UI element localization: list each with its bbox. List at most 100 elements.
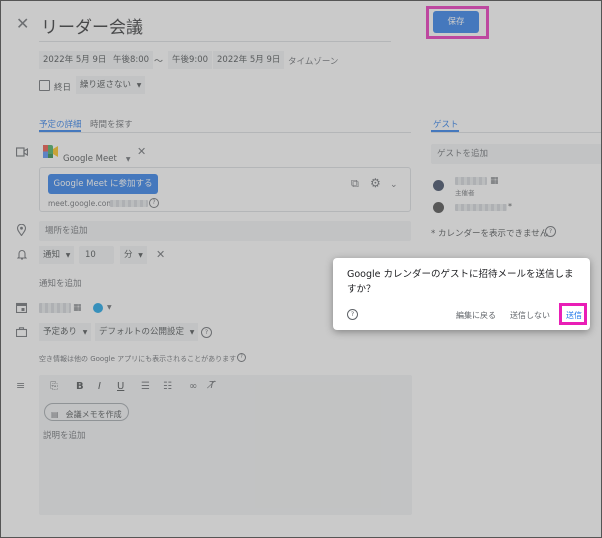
event-edit-page: ✕ リーダー会議 保存 2022年 5月 9日 午後8:00 〜 午後9:00 … [0,0,602,538]
italic-icon[interactable]: I [98,382,101,392]
visibility-help-icon[interactable]: ? [201,327,212,338]
end-time-chip[interactable]: 午後9:00 [168,51,213,69]
notification-unit-text: 分 [124,250,133,260]
dropdown-arrow-icon: ▼ [82,329,88,336]
availability-note: 空き情報は他の Google アプリにも表示されることがあります [39,355,237,363]
end-date-chip[interactable]: 2022年 5月 9日 [213,51,285,69]
calendar-owner-redacted[interactable] [39,303,71,313]
start-date-chip[interactable]: 2022年 5月 9日 [39,51,111,69]
remove-notification-icon[interactable]: ✕ [156,249,165,260]
location-input[interactable]: 場所を追加 [39,221,411,241]
meeting-notes-button[interactable]: ▤ 会議メモを作成 [44,403,129,421]
calendar-small-icon: ▦ [73,303,82,313]
repeat-dropdown[interactable]: 繰り返さない ▼ [76,76,146,94]
start-time-text: 午後8:00 [113,55,150,65]
tab-find-time[interactable]: 時間を探す [90,118,133,130]
gear-icon[interactable]: ⚙ [370,177,381,189]
bell-icon [17,250,27,260]
numbered-list-icon[interactable]: ☰ [141,382,150,392]
visibility-dropdown[interactable]: デフォルトの公開設定 ▼ [95,323,199,341]
location-pin-icon [17,224,26,236]
briefcase-icon [16,327,27,337]
formatting-toolbar: ⎘ B I U ☰ ☷ ∞ T̸ [39,375,412,399]
add-guests-input[interactable]: ゲストを追加 [431,144,601,164]
bulleted-list-icon[interactable]: ☷ [163,382,172,392]
organizer-name-redacted [455,177,487,185]
dialog-help-icon[interactable]: ? [347,309,358,320]
notes-icon: ▤ [51,410,59,419]
link-icon[interactable]: ∞ [189,382,197,392]
event-title-input[interactable]: リーダー会議 [39,7,391,42]
chevron-down-icon[interactable]: ⌄ [390,180,398,190]
calendar-note-help-icon[interactable]: ? [545,226,556,237]
event-title-text: リーダー会議 [41,18,143,38]
timezone-link[interactable]: タイムゾーン [288,55,338,67]
copy-icon[interactable]: ⧉ [351,178,359,189]
start-time-chip[interactable]: 午後8:00 [109,51,154,69]
dropdown-arrow-icon: ▼ [136,82,142,89]
calendar-small-icon: ▦ [490,176,499,186]
end-date-text: 2022年 5月 9日 [217,55,281,65]
video-camera-icon [16,147,28,157]
notification-type-text: 通知 [43,250,61,260]
remove-conference-icon[interactable]: ✕ [137,146,146,157]
notification-type-dropdown[interactable]: 通知 ▼ [39,246,75,264]
calendar-unavailable-note: * カレンダーを表示できません [431,229,549,239]
organizer-label: 主催者 [455,189,475,197]
send-highlight [559,303,587,325]
meet-link[interactable]: meet.google.com/ [48,199,116,208]
location-placeholder: 場所を追加 [45,226,88,236]
guest-avatar [433,202,444,213]
add-guests-placeholder: ゲストを追加 [437,149,489,159]
notification-amount-input[interactable]: 10 [79,246,114,264]
all-day-checkbox[interactable] [39,80,50,91]
notification-amount-text: 10 [85,250,96,260]
event-color-dot[interactable] [93,303,103,313]
repeat-text: 繰り返さない [80,80,132,90]
join-google-meet-label: Google Meet に参加する [53,179,153,189]
google-meet-icon [43,145,58,158]
add-notification-link[interactable]: 通知を追加 [39,277,82,289]
notification-unit-dropdown[interactable]: 分 ▼ [120,246,147,264]
send-invite-dialog: Google カレンダーのゲストに招待メールを送信しますか？ ? 編集に戻る 送… [333,258,590,330]
description-lines-icon: ≡ [16,379,26,392]
guests-tab[interactable]: ゲスト [433,118,459,130]
join-google-meet-button[interactable]: Google Meet に参加する [48,174,158,194]
dropdown-arrow-icon: ▼ [125,156,131,163]
save-highlight [426,6,489,39]
description-editor[interactable]: ⎘ B I U ☰ ☷ ∞ T̸ ▤ 会議メモを作成 説明を追加 [39,375,412,515]
clear-formatting-icon[interactable]: T̸ [209,381,215,391]
tabs-divider [39,132,411,133]
bold-icon[interactable]: B [76,382,84,392]
guests-tab-divider [431,132,601,133]
availability-text: 予定あり [43,327,78,337]
availability-dropdown[interactable]: 予定あり ▼ [39,323,92,341]
dropdown-arrow-icon: ▼ [189,329,195,336]
dropdown-arrow-icon[interactable]: ▼ [107,304,112,311]
guest-required-mark: * [508,202,512,211]
google-meet-label: Google Meet [63,154,117,164]
all-day-label: 終日 [54,83,72,93]
guest-avatar [433,180,444,191]
description-placeholder: 説明を追加 [43,431,86,441]
dialog-message: Google カレンダーのゲストに招待メールを送信しますか？ [347,269,574,295]
time-separator: 〜 [154,57,164,67]
tab-event-details[interactable]: 予定の詳細 [39,118,82,130]
meet-box: Google Meet に参加する meet.google.com/ ? ⧉ ⚙… [39,167,411,212]
calendar-icon [16,302,27,313]
availability-help-icon[interactable]: ? [237,353,246,362]
visibility-text: デフォルトの公開設定 [99,327,185,337]
end-time-text: 午後9:00 [172,55,209,65]
google-meet-dropdown[interactable]: Google Meet ▼ [63,146,131,164]
meet-link-code-redacted [110,200,148,207]
underline-icon[interactable]: U [117,382,124,392]
guest-name-redacted [455,204,507,211]
dont-send-button[interactable]: 送信しない [510,310,550,321]
start-date-text: 2022年 5月 9日 [43,55,107,65]
close-icon[interactable]: ✕ [16,14,29,33]
attachment-icon[interactable]: ⎘ [50,382,58,392]
dropdown-arrow-icon: ▼ [138,252,143,259]
back-to-edit-button[interactable]: 編集に戻る [456,310,496,321]
dropdown-arrow-icon: ▼ [65,252,71,259]
help-icon[interactable]: ? [149,198,159,208]
